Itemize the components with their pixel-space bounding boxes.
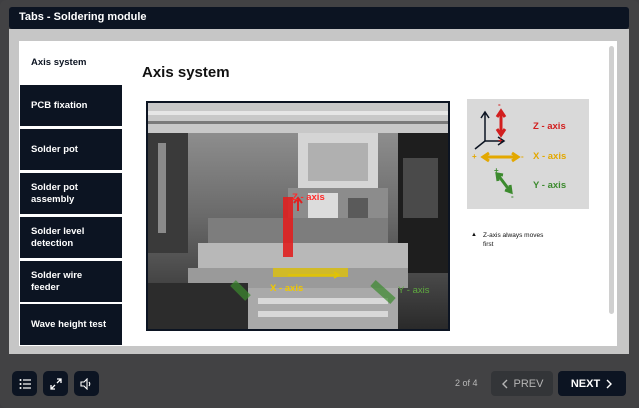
tab-solder-level-detection[interactable]: Solder level detection xyxy=(20,217,122,258)
tab-pcb-fixation[interactable]: PCB fixation xyxy=(20,85,122,126)
tab-solder-pot[interactable]: Solder pot xyxy=(20,129,122,170)
tab-label: PCB fixation xyxy=(31,99,88,111)
photo-z-label: Z - axis xyxy=(292,192,325,203)
next-label: NEXT xyxy=(570,377,601,390)
content-scrollbar[interactable] xyxy=(609,46,614,314)
tab-label: Axis system xyxy=(31,56,87,68)
fullscreen-button[interactable] xyxy=(43,371,68,396)
tab-label: Solder wire feeder xyxy=(31,269,83,293)
legend-x-minus: - xyxy=(521,152,524,161)
axis-legend-graphic xyxy=(474,108,521,195)
warning-triangle-icon: ▲ xyxy=(471,232,477,238)
machine-photo: Z - axis X - axis Y - axis xyxy=(146,101,450,331)
tab-solder-pot-assembly[interactable]: Solder pot assembly xyxy=(20,173,122,214)
page-indicator: 2 of 4 xyxy=(455,378,478,388)
prev-button[interactable]: PREV xyxy=(491,371,553,396)
next-button[interactable]: NEXT xyxy=(558,371,626,396)
legend-y-minus: - xyxy=(511,192,514,201)
tab-solder-wire-feeder[interactable]: Solder wire feeder xyxy=(20,261,122,302)
tab-label: Wave height test xyxy=(31,318,107,330)
note-text: Z-axis always moves first xyxy=(483,232,544,248)
audio-button[interactable] xyxy=(74,371,99,396)
legend-x-label: X - axis xyxy=(533,151,567,162)
photo-y-label: Y - axis xyxy=(398,285,430,296)
tab-label: Solder pot assembly xyxy=(31,181,78,205)
legend-y-label: Y - axis xyxy=(533,180,567,191)
tab-label: Solder level detection xyxy=(31,225,85,249)
legend-y-plus: + xyxy=(494,166,499,175)
list-icon xyxy=(19,378,31,389)
legend-z-minus: - xyxy=(498,100,501,109)
photo-x-label: X - axis xyxy=(270,283,304,294)
chevron-left-icon xyxy=(501,379,508,388)
tab-label: Solder pot xyxy=(31,143,78,155)
expand-icon xyxy=(49,377,62,390)
legend-z-plus: + xyxy=(498,136,503,145)
legend-x-plus: + xyxy=(472,152,477,161)
volume-icon xyxy=(79,377,90,390)
chevron-right-icon xyxy=(606,379,613,388)
tab-wave-height-test[interactable]: Wave height test xyxy=(20,304,122,345)
prev-label: PREV xyxy=(513,377,544,390)
tab-axis-system[interactable]: Axis system xyxy=(20,42,122,83)
title-bar: Tabs - Soldering module xyxy=(9,7,629,29)
content-title: Axis system xyxy=(142,64,230,81)
window-title: Tabs - Soldering module xyxy=(19,11,147,23)
legend-z-label: Z - axis xyxy=(533,121,566,132)
axis-legend: - + + - + - Z - axis X - axis Y - axis xyxy=(467,99,589,209)
menu-button[interactable] xyxy=(12,371,37,396)
